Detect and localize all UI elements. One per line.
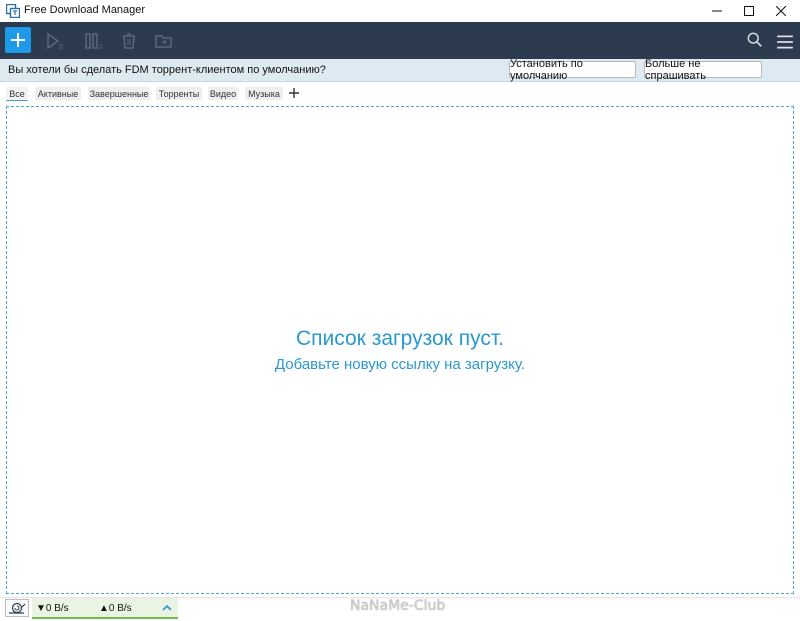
maximize-icon bbox=[744, 6, 754, 16]
minimize-icon bbox=[712, 10, 722, 12]
upload-speed: ▲0 B/s bbox=[99, 603, 132, 614]
plus-icon bbox=[11, 33, 25, 47]
snail-mode-button[interactable] bbox=[5, 599, 29, 617]
minimize-button[interactable] bbox=[700, 0, 734, 22]
menu-icon[interactable] bbox=[776, 34, 794, 50]
empty-list-title: Список загрузок пуст. bbox=[296, 327, 504, 350]
close-button[interactable] bbox=[764, 0, 798, 22]
tab-torrents[interactable]: Торренты bbox=[156, 87, 202, 100]
chevron-up-icon[interactable] bbox=[160, 602, 174, 614]
trash-icon[interactable] bbox=[120, 33, 138, 49]
plus-icon bbox=[289, 88, 299, 98]
tab-video[interactable]: Видео bbox=[208, 87, 238, 100]
set-default-button[interactable]: Установить по умолчанию bbox=[509, 58, 636, 82]
folder-icon[interactable] bbox=[155, 33, 173, 49]
snail-icon bbox=[9, 602, 26, 614]
add-tab-button[interactable] bbox=[287, 86, 301, 100]
pause-icon[interactable] bbox=[84, 33, 102, 49]
empty-list-subtitle: Добавьте новую ссылку на загрузку. bbox=[274, 356, 526, 373]
tab-active[interactable]: Активные bbox=[35, 87, 81, 100]
play-icon[interactable] bbox=[46, 33, 64, 49]
watermark: NaNaMe-Club bbox=[350, 598, 446, 614]
window-title: Free Download Manager bbox=[24, 4, 146, 16]
maximize-button[interactable] bbox=[732, 0, 766, 22]
close-icon bbox=[776, 6, 786, 16]
tab-completed[interactable]: Завершенные bbox=[88, 87, 150, 100]
fdm-logo-icon bbox=[6, 4, 20, 18]
download-speed: ▼0 B/s bbox=[36, 603, 69, 614]
search-icon[interactable] bbox=[746, 32, 764, 48]
notification-text: Вы хотели бы сделать FDM торрент-клиенто… bbox=[8, 64, 326, 76]
tab-all[interactable]: Все bbox=[6, 87, 28, 101]
tab-music[interactable]: Музыка bbox=[245, 87, 283, 100]
add-download-button[interactable] bbox=[5, 27, 31, 53]
dont-ask-button[interactable]: Больше не спрашивать bbox=[644, 58, 762, 82]
